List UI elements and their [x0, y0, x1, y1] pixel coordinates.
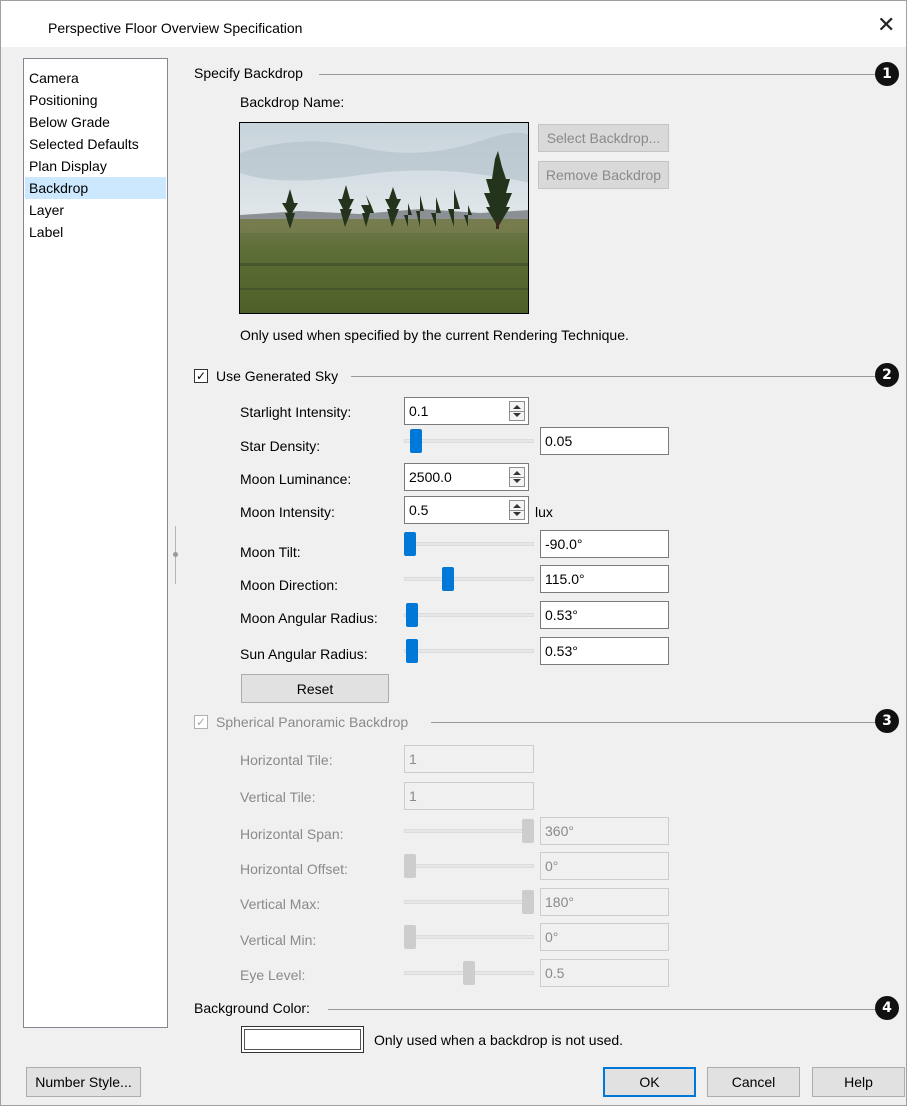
category-list: Camera Positioning Below Grade Selected … — [23, 58, 168, 1028]
vertical-tile-input[interactable]: 1 — [404, 782, 534, 810]
reset-button[interactable]: Reset — [241, 674, 389, 703]
remove-backdrop-button[interactable]: Remove Backdrop — [538, 161, 669, 189]
moon-luminance-input[interactable]: 2500.0 — [404, 463, 529, 491]
slider-thumb[interactable] — [404, 925, 416, 949]
moon-intensity-label: Moon Intensity: — [240, 504, 335, 520]
sidebar-item-backdrop[interactable]: Backdrop — [25, 177, 166, 199]
backdrop-note: Only used when specified by the current … — [240, 327, 629, 343]
vertical-max-input[interactable]: 180° — [540, 888, 669, 916]
spinner-icon[interactable] — [509, 467, 525, 487]
moon-angular-radius-label: Moon Angular Radius: — [240, 610, 378, 626]
eye-level-input[interactable]: 0.5 — [540, 959, 669, 987]
sidebar-item-positioning[interactable]: Positioning — [25, 89, 166, 111]
slider-thumb[interactable] — [522, 890, 534, 914]
horizontal-span-input[interactable]: 360° — [540, 817, 669, 845]
horizontal-offset-label: Horizontal Offset: — [240, 861, 348, 877]
star-density-label: Star Density: — [240, 438, 321, 454]
moon-luminance-value: 2500.0 — [409, 469, 452, 485]
sidebar-item-plan-display[interactable]: Plan Display — [25, 155, 166, 177]
slider-thumb[interactable] — [406, 603, 418, 627]
background-color-swatch[interactable] — [241, 1026, 364, 1053]
vertical-min-input[interactable]: 0° — [540, 923, 669, 951]
section-divider — [431, 722, 876, 723]
sun-angular-radius-slider[interactable] — [404, 637, 534, 665]
slider-thumb[interactable] — [410, 429, 422, 453]
vertical-min-slider[interactable] — [404, 923, 534, 951]
horizontal-offset-slider[interactable] — [404, 852, 534, 880]
moon-tilt-label: Moon Tilt: — [240, 544, 301, 560]
slider-thumb[interactable] — [442, 567, 454, 591]
slider-thumb[interactable] — [522, 819, 534, 843]
splitter-grip-icon — [173, 552, 178, 557]
moon-intensity-value: 0.5 — [409, 502, 429, 518]
sidebar-item-label[interactable]: Label — [25, 221, 166, 243]
horizontal-span-slider[interactable] — [404, 817, 534, 845]
section-divider — [319, 74, 876, 75]
moon-angular-radius-input[interactable]: 0.53° — [540, 601, 669, 629]
eye-level-slider[interactable] — [404, 959, 534, 987]
window-title: Perspective Floor Overview Specification — [48, 20, 303, 36]
background-color-heading: Background Color: — [194, 1000, 310, 1016]
horizontal-span-label: Horizontal Span: — [240, 826, 344, 842]
specify-backdrop-heading: Specify Backdrop — [194, 65, 303, 81]
spherical-panoramic-heading: Spherical Panoramic Backdrop — [216, 714, 409, 730]
sun-angular-radius-input[interactable]: 0.53° — [540, 637, 669, 665]
slider-thumb[interactable] — [404, 532, 416, 556]
horizontal-tile-input[interactable]: 1 — [404, 745, 534, 773]
star-density-slider[interactable] — [404, 427, 534, 455]
spinner-icon[interactable] — [509, 401, 525, 421]
eye-level-label: Eye Level: — [240, 967, 306, 983]
moon-direction-input[interactable]: 115.0° — [540, 565, 669, 593]
starlight-intensity-input[interactable]: 0.1 — [404, 397, 529, 425]
sidebar-item-layer[interactable]: Layer — [25, 199, 166, 221]
slider-thumb[interactable] — [406, 639, 418, 663]
help-button[interactable]: Help — [812, 1067, 905, 1097]
horizontal-offset-input[interactable]: 0° — [540, 852, 669, 880]
moon-angular-radius-slider[interactable] — [404, 601, 534, 629]
callout-badge: 1 — [875, 62, 899, 86]
sun-angular-radius-label: Sun Angular Radius: — [240, 646, 368, 662]
moon-tilt-slider[interactable] — [404, 530, 534, 558]
backdrop-preview-image — [239, 122, 529, 314]
slider-thumb[interactable] — [463, 961, 475, 985]
moon-luminance-label: Moon Luminance: — [240, 471, 352, 487]
starlight-intensity-label: Starlight Intensity: — [240, 404, 352, 420]
callout-badge: 2 — [875, 363, 899, 387]
vertical-max-label: Vertical Max: — [240, 896, 321, 912]
use-generated-sky-heading: Use Generated Sky — [216, 368, 339, 384]
number-style-button[interactable]: Number Style... — [26, 1067, 141, 1097]
star-density-input[interactable]: 0.05 — [540, 427, 669, 455]
title-bar: Perspective Floor Overview Specification… — [1, 1, 906, 47]
select-backdrop-button[interactable]: Select Backdrop... — [538, 124, 669, 152]
spinner-icon[interactable] — [509, 500, 525, 520]
vertical-tile-label: Vertical Tile: — [240, 789, 316, 805]
vertical-max-slider[interactable] — [404, 888, 534, 916]
slider-thumb[interactable] — [404, 854, 416, 878]
dialog-window: Perspective Floor Overview Specification… — [0, 0, 907, 1106]
moon-intensity-unit: lux — [535, 504, 553, 520]
callout-badge: 3 — [875, 709, 899, 733]
sidebar-item-camera[interactable]: Camera — [25, 67, 166, 89]
sidebar-item-below-grade[interactable]: Below Grade — [25, 111, 166, 133]
vertical-min-label: Vertical Min: — [240, 932, 317, 948]
sidebar-item-selected-defaults[interactable]: Selected Defaults — [25, 133, 166, 155]
section-divider — [328, 1009, 876, 1010]
moon-direction-slider[interactable] — [404, 565, 534, 593]
callout-badge: 4 — [875, 996, 899, 1020]
starlight-intensity-value: 0.1 — [409, 403, 429, 419]
background-color-note: Only used when a backdrop is not used. — [374, 1032, 624, 1048]
moon-direction-label: Moon Direction: — [240, 577, 339, 593]
spherical-panoramic-checkbox[interactable]: ✓ — [194, 715, 208, 729]
moon-tilt-input[interactable]: -90.0° — [540, 530, 669, 558]
backdrop-name-label: Backdrop Name: — [240, 94, 345, 110]
section-divider — [351, 376, 876, 377]
cancel-button[interactable]: Cancel — [707, 1067, 800, 1097]
horizontal-tile-label: Horizontal Tile: — [240, 752, 333, 768]
moon-intensity-input[interactable]: 0.5 — [404, 496, 529, 524]
ok-button[interactable]: OK — [603, 1067, 696, 1097]
close-icon[interactable]: ✕ — [877, 13, 895, 37]
use-generated-sky-checkbox[interactable]: ✓ — [194, 369, 208, 383]
